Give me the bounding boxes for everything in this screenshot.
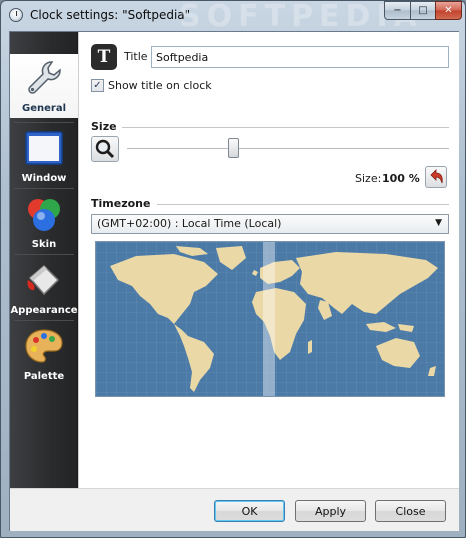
divider xyxy=(122,127,449,128)
sidebar-item-appearance[interactable]: Appearance xyxy=(10,256,78,320)
divider xyxy=(14,254,74,255)
sidebar-item-label: Appearance xyxy=(10,305,78,316)
maximize-button[interactable]: □ xyxy=(410,1,436,20)
button-bar: OK Apply Close xyxy=(10,488,459,531)
sidebar-item-skin[interactable]: Skin xyxy=(10,190,78,254)
sidebar-item-window[interactable]: Window xyxy=(10,124,78,188)
divider xyxy=(157,204,449,205)
reset-size-button[interactable] xyxy=(425,166,447,188)
magnifier-icon xyxy=(95,139,115,159)
divider xyxy=(14,122,74,123)
size-slider-track[interactable] xyxy=(127,148,449,150)
ok-button[interactable]: OK xyxy=(214,500,285,522)
paint-bucket-icon xyxy=(27,264,60,296)
sidebar-item-label: General xyxy=(22,103,66,114)
window-icon xyxy=(25,131,63,165)
size-label: Size: xyxy=(355,172,382,185)
timezone-select[interactable]: (GMT+02:00) : Local Time (Local) ▼ xyxy=(91,214,449,234)
window-frame: Clock settings: "Softpedia" SOFTPEDIA − … xyxy=(0,0,466,538)
title-label: Title xyxy=(124,50,148,63)
show-title-checkbox[interactable]: ✓ xyxy=(91,79,104,92)
timezone-map[interactable] xyxy=(95,241,445,397)
window-title: Clock settings: "Softpedia" xyxy=(30,8,191,22)
color-balls-icon xyxy=(28,199,60,231)
size-value: 100 % xyxy=(382,172,420,185)
minimize-button[interactable]: − xyxy=(384,1,411,20)
timezone-heading: Timezone xyxy=(91,197,151,210)
show-title-label[interactable]: Show title on clock xyxy=(108,79,212,92)
sidebar-item-palette[interactable]: Palette xyxy=(10,322,78,386)
palette-icon xyxy=(25,329,63,363)
clock-icon xyxy=(9,8,23,22)
size-slider-thumb[interactable] xyxy=(228,138,239,158)
zoom-button[interactable] xyxy=(91,136,119,162)
sidebar-item-label: Skin xyxy=(31,239,57,250)
timezone-selected-value: (GMT+02:00) : Local Time (Local) xyxy=(97,217,282,230)
world-map-image xyxy=(96,242,444,396)
title-bar[interactable]: Clock settings: "Softpedia" SOFTPEDIA − … xyxy=(1,0,466,34)
sidebar: General Window Skin Appearance Palette xyxy=(10,32,78,488)
close-window-button[interactable]: ✕ xyxy=(435,1,462,20)
title-font-button[interactable]: T xyxy=(91,44,117,70)
chevron-down-icon: ▼ xyxy=(435,218,442,228)
dialog-client: General Window Skin Appearance Palette T… xyxy=(9,31,459,531)
close-button[interactable]: Close xyxy=(375,500,446,522)
sidebar-item-general[interactable]: General xyxy=(10,54,78,118)
general-panel: T Title ✓ Show title on clock Size Size:… xyxy=(78,32,459,488)
size-heading: Size xyxy=(91,120,117,133)
divider xyxy=(14,188,74,189)
divider xyxy=(14,320,74,321)
undo-arrow-icon xyxy=(430,169,443,184)
wrench-icon xyxy=(28,61,61,94)
apply-button[interactable]: Apply xyxy=(295,500,366,522)
title-input[interactable] xyxy=(151,46,449,68)
sidebar-item-label: Palette xyxy=(23,371,65,382)
sidebar-item-label: Window xyxy=(21,173,67,184)
